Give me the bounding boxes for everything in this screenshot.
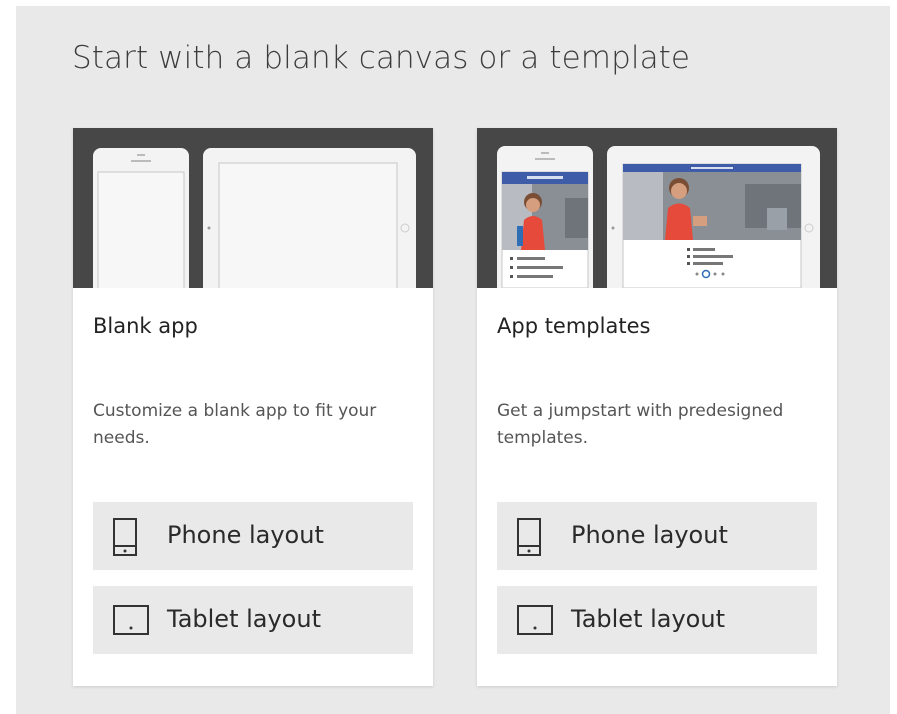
blank-devices-illustration — [93, 148, 416, 288]
card-title: App templates — [497, 314, 651, 338]
template-tablet-layout-button[interactable]: Tablet layout — [497, 586, 817, 654]
start-panel: Start with a blank canvas or a template … — [16, 6, 890, 714]
tablet-icon — [113, 605, 149, 635]
card-description: Customize a blank app to fit your needs. — [93, 401, 377, 448]
blank-tablet-layout-button[interactable]: Tablet layout — [93, 586, 413, 654]
button-label: Tablet layout — [571, 605, 725, 633]
button-label: Phone layout — [571, 521, 728, 549]
app-templates-preview — [477, 128, 837, 288]
phone-icon — [113, 518, 137, 556]
card-description: Get a jumpstart with predesigned templat… — [497, 401, 784, 448]
tablet-icon — [517, 605, 553, 635]
template-devices-illustration — [497, 146, 820, 288]
phone-icon — [517, 518, 541, 556]
blank-app-card[interactable]: Blank app Customize a blank app to fit y… — [73, 128, 433, 686]
blank-phone-layout-button[interactable]: Phone layout — [93, 502, 413, 570]
app-templates-card[interactable]: App templates Get a jumpstart with prede… — [477, 128, 837, 686]
blank-app-preview — [73, 128, 433, 288]
button-label: Phone layout — [167, 521, 324, 549]
page-title: Start with a blank canvas or a template — [72, 40, 691, 76]
template-phone-layout-button[interactable]: Phone layout — [497, 502, 817, 570]
button-label: Tablet layout — [167, 605, 321, 633]
card-title: Blank app — [93, 314, 198, 338]
